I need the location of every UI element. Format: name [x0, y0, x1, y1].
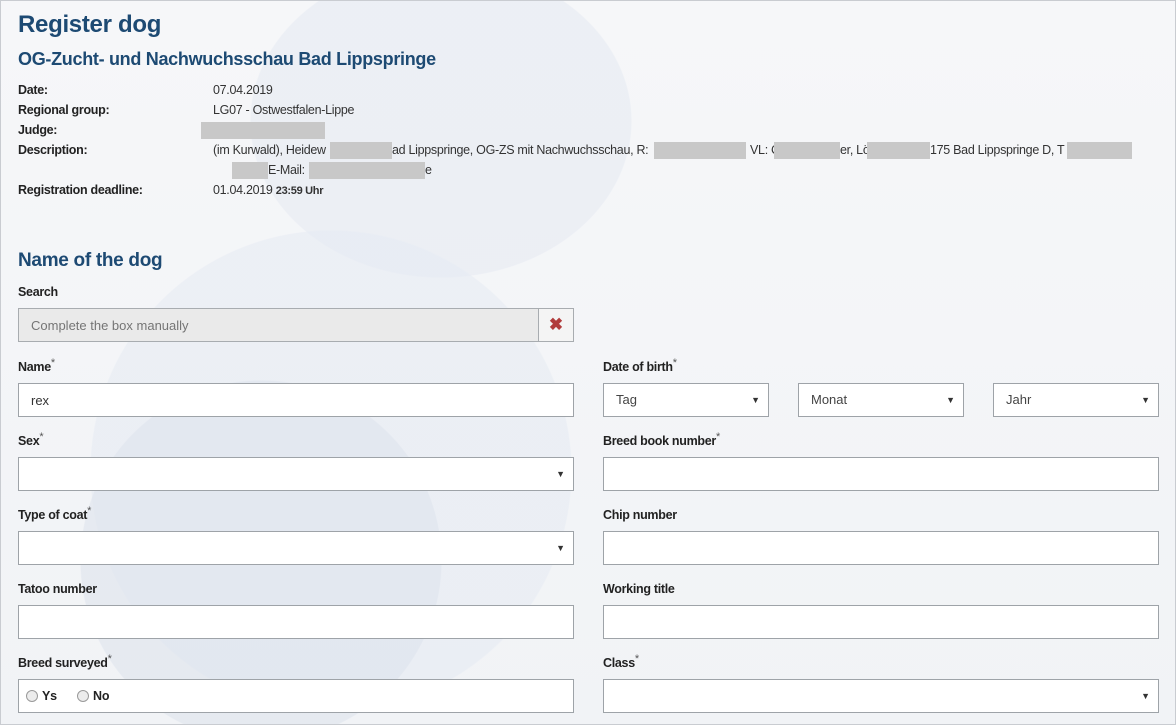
page-frame: Register dog OG-Zucht- und Nachwuchsscha… [0, 0, 1176, 725]
breed-book-number-input[interactable] [603, 457, 1159, 491]
date-label: Date: [18, 83, 48, 97]
search-input[interactable] [18, 308, 539, 342]
chevron-down-icon: ▼ [946, 395, 955, 405]
email-redacted [309, 162, 425, 179]
required-mark: * [50, 357, 55, 369]
clear-search-button[interactable]: ✖ [538, 308, 574, 342]
working-title-label: Working title [603, 582, 675, 596]
class-label-text: Class [603, 656, 635, 670]
date-of-birth-label-text: Date of birth [603, 360, 673, 374]
judge-label: Judge: [18, 123, 58, 137]
description-line1-d: er, Lö [840, 143, 870, 157]
breed-book-number-label: Breed book number* [603, 431, 720, 448]
sex-label: Sex* [18, 431, 44, 448]
description-line2-a: E-Mail: [268, 163, 305, 177]
breed-surveyed-yes-radio[interactable] [26, 690, 38, 702]
description-redacted [774, 142, 840, 159]
chevron-down-icon: ▼ [1141, 691, 1150, 701]
required-mark: * [672, 357, 677, 369]
description-redacted [1067, 142, 1132, 159]
deadline-time: 23:59 Uhr [275, 185, 324, 197]
required-mark: * [87, 505, 92, 517]
chip-number-label: Chip number [603, 508, 677, 522]
chevron-down-icon: ▼ [556, 469, 565, 479]
description-redacted [654, 142, 746, 159]
description-redacted [867, 142, 930, 159]
birth-year-select[interactable]: Jahr ▼ [993, 383, 1159, 417]
judge-redacted [201, 122, 325, 139]
chevron-down-icon: ▼ [1141, 395, 1150, 405]
description-line1-a: (im Kurwald), Heidew [213, 143, 326, 157]
birth-month-value: Monat [811, 392, 848, 407]
name-label: Name* [18, 357, 55, 374]
breed-book-number-label-text: Breed book number [603, 434, 716, 448]
birth-day-value: Tag [616, 392, 637, 407]
birth-month-select[interactable]: Monat ▼ [798, 383, 964, 417]
section-title: Name of the dog [18, 250, 163, 271]
class-label: Class* [603, 653, 639, 670]
date-of-birth-label: Date of birth* [603, 357, 677, 374]
required-mark: * [715, 431, 720, 443]
type-of-coat-label: Type of coat* [18, 505, 92, 522]
event-name: OG-Zucht- und Nachwuchsschau Bad Lippspr… [18, 49, 436, 69]
required-mark: * [39, 431, 44, 443]
chevron-down-icon: ▼ [556, 543, 565, 553]
breed-surveyed-label-text: Breed surveyed [18, 656, 108, 670]
search-label: Search [18, 285, 58, 299]
description-line1-e: 175 Bad Lippspringe D, T [930, 143, 1065, 157]
deadline-value: 01.04.2019 23:59 Uhr [213, 183, 323, 197]
breed-surveyed-no-label[interactable]: No [93, 689, 109, 703]
class-select[interactable]: ▼ [603, 679, 1159, 713]
working-title-input[interactable] [603, 605, 1159, 639]
date-value: 07.04.2019 [213, 83, 273, 97]
regional-group-label: Regional group: [18, 103, 110, 117]
chip-number-input[interactable] [603, 531, 1159, 565]
sex-select[interactable]: ▼ [18, 457, 574, 491]
breed-surveyed-label: Breed surveyed* [18, 653, 112, 670]
chevron-down-icon: ▼ [751, 395, 760, 405]
required-mark: * [107, 653, 112, 665]
description-label: Description: [18, 143, 88, 157]
breed-surveyed-yes-label[interactable]: Ys [42, 689, 57, 703]
deadline-label: Registration deadline: [18, 183, 143, 197]
sex-label-text: Sex [18, 434, 40, 448]
type-of-coat-label-text: Type of coat [18, 508, 88, 522]
tatoo-number-label: Tatoo number [18, 582, 97, 596]
page-title: Register dog [18, 11, 162, 38]
description-redacted [232, 162, 268, 179]
description-redacted [330, 142, 392, 159]
deadline-date: 01.04.2019 [213, 183, 273, 197]
description-line1-b: ad Lippspringe, OG-ZS mit Nachwuchsschau… [392, 143, 649, 157]
breed-surveyed-group: Ys No [18, 679, 574, 713]
required-mark: * [634, 653, 639, 665]
birth-day-select[interactable]: Tag ▼ [603, 383, 769, 417]
regional-group-value: LG07 - Ostwestfalen-Lippe [213, 103, 355, 117]
type-of-coat-select[interactable]: ▼ [18, 531, 574, 565]
birth-year-value: Jahr [1006, 392, 1032, 407]
close-icon: ✖ [548, 315, 564, 334]
name-input[interactable] [18, 383, 574, 417]
description-line2-b: e [425, 163, 432, 177]
breed-surveyed-no-radio[interactable] [77, 690, 89, 702]
tatoo-number-input[interactable] [18, 605, 574, 639]
name-label-text: Name [18, 360, 51, 374]
